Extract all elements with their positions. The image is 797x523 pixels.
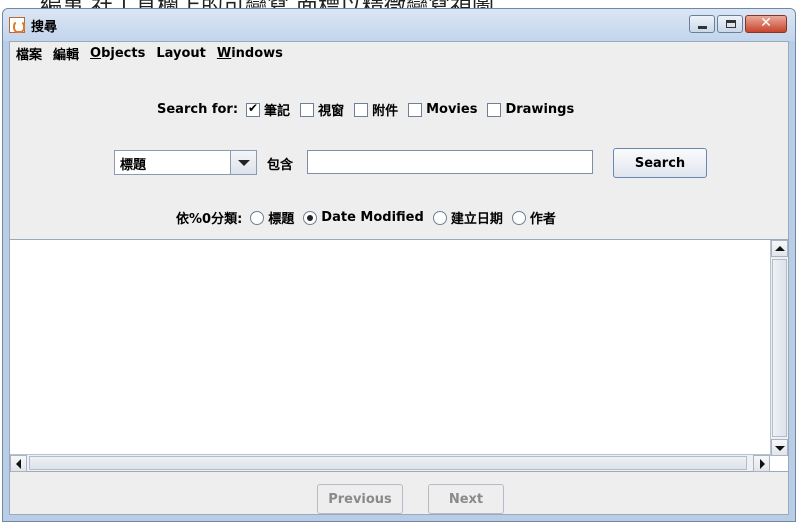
radio-sort-created-dot[interactable]: [432, 210, 447, 225]
radio-sort-date-modified-label: Date Modified: [321, 210, 424, 225]
maximize-button[interactable]: [717, 15, 743, 33]
results-list[interactable]: [10, 239, 788, 472]
checkbox-windows[interactable]: 視窗: [300, 100, 344, 119]
checkbox-windows-label: 視窗: [318, 104, 345, 119]
checkbox-attachments[interactable]: 附件: [354, 100, 398, 119]
contains-label: 包含: [267, 158, 294, 173]
checkbox-drawings-box[interactable]: [487, 102, 502, 117]
checkbox-drawings-label: Drawings: [505, 102, 575, 117]
radio-sort-author-dot[interactable]: [511, 210, 526, 225]
menu-windows[interactable]: Windows: [217, 46, 283, 61]
minimize-button[interactable]: [689, 15, 715, 33]
menu-objects[interactable]: Objects: [90, 46, 145, 61]
checkbox-windows-box[interactable]: [300, 102, 315, 117]
radio-sort-title-dot[interactable]: [250, 210, 265, 225]
window-client-area: 檔案 編輯 Objects Layout Windows Search for:…: [9, 41, 789, 515]
search-field-value: 標題: [120, 158, 147, 173]
radio-sort-created[interactable]: 建立日期: [432, 208, 503, 227]
checkbox-attachments-label: 附件: [372, 104, 399, 119]
search-field-combobox[interactable]: 標題: [114, 150, 257, 175]
radio-sort-title[interactable]: 標題: [250, 208, 294, 227]
horizontal-scrollbar[interactable]: [10, 454, 770, 472]
window-controls: ✕: [689, 15, 787, 33]
checkbox-movies[interactable]: Movies: [408, 102, 477, 117]
close-button[interactable]: ✕: [745, 15, 787, 33]
vertical-scroll-thumb[interactable]: [772, 259, 787, 437]
radio-sort-author-label: 作者: [529, 212, 556, 227]
search-input[interactable]: [307, 150, 593, 174]
chevron-down-icon[interactable]: [230, 151, 256, 174]
search-button[interactable]: Search: [613, 148, 707, 178]
minimize-icon: [698, 26, 707, 29]
radio-sort-title-label: 標題: [268, 212, 295, 227]
radio-sort-created-label: 建立日期: [450, 212, 503, 227]
scroll-right-icon[interactable]: [753, 455, 770, 472]
menu-edit[interactable]: 編輯: [53, 44, 79, 63]
checkbox-attachments-box[interactable]: [354, 102, 369, 117]
scroll-left-icon[interactable]: [10, 455, 27, 472]
checkbox-notes-label: 筆記: [264, 104, 291, 119]
search-for-label: Search for:: [157, 102, 239, 117]
menu-layout[interactable]: Layout: [156, 46, 206, 61]
radio-sort-author[interactable]: 作者: [511, 208, 556, 227]
checkbox-notes[interactable]: 筆記: [246, 100, 290, 119]
checkbox-drawings[interactable]: Drawings: [487, 102, 574, 117]
maximize-icon: [726, 20, 736, 28]
vertical-scrollbar[interactable]: [770, 240, 788, 456]
java-app-icon: [9, 17, 25, 33]
menu-file[interactable]: 檔案: [16, 44, 42, 63]
scroll-up-icon[interactable]: [771, 240, 788, 257]
menu-objects-mnemonic: O: [90, 45, 102, 61]
sort-row: 依%0分類: 標題 Date Modified 建立日期 作者: [176, 208, 565, 227]
checkbox-movies-box[interactable]: [408, 102, 423, 117]
menu-bar: 檔案 編輯 Objects Layout Windows: [10, 42, 788, 64]
menu-windows-rest: indows: [231, 45, 283, 61]
close-icon: ✕: [760, 15, 772, 31]
checkbox-movies-label: Movies: [426, 102, 478, 117]
scroll-down-icon[interactable]: [771, 439, 788, 456]
radio-sort-date-modified-dot[interactable]: [303, 210, 318, 225]
menu-objects-rest: bjects: [101, 45, 146, 61]
next-button[interactable]: Next: [428, 484, 504, 514]
search-window: 搜尋 ✕ 檔案 編輯 Objects Layout Windows Search…: [2, 8, 796, 522]
search-for-row: Search for: 筆記 視窗 附件 Movies Drawings: [157, 100, 584, 120]
previous-button[interactable]: Previous: [317, 484, 403, 514]
menu-windows-mnemonic: W: [216, 45, 232, 61]
radio-sort-date-modified[interactable]: Date Modified: [303, 210, 424, 225]
title-bar[interactable]: 搜尋 ✕: [3, 9, 795, 41]
sort-label: 依%0分類:: [176, 212, 243, 227]
horizontal-scroll-thumb[interactable]: [29, 456, 747, 470]
window-title: 搜尋: [31, 20, 58, 35]
checkbox-notes-box[interactable]: [246, 101, 261, 117]
